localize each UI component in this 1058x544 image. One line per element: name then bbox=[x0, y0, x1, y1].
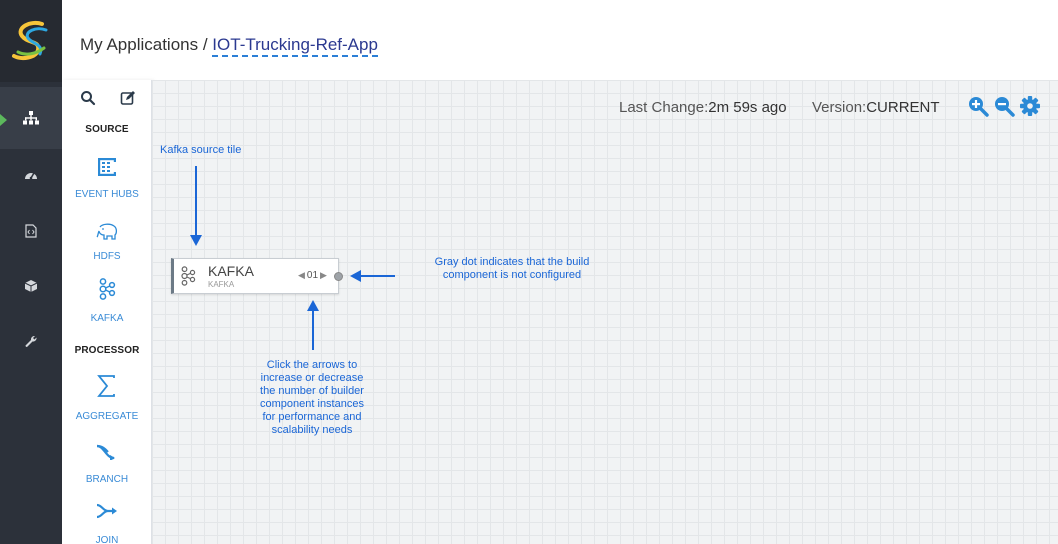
join-icon bbox=[96, 503, 117, 519]
package-icon bbox=[24, 280, 38, 292]
dashboard-icon bbox=[25, 172, 37, 180]
topology-icon bbox=[23, 111, 39, 125]
kafka-icon bbox=[99, 278, 116, 300]
palette-tile-hdfs[interactable]: HDFS bbox=[62, 220, 152, 278]
branch-icon-wrap bbox=[95, 440, 119, 464]
main-sidebar bbox=[0, 0, 62, 544]
streaming-analytics-logo-icon bbox=[12, 21, 48, 60]
sidebar-item-configuration[interactable] bbox=[0, 311, 62, 373]
palette-tile-label: HDFS bbox=[93, 251, 121, 262]
active-marker bbox=[0, 114, 7, 126]
edit-icon[interactable] bbox=[120, 90, 136, 106]
palette-tile-label: BRANCH bbox=[85, 474, 129, 485]
branch-icon bbox=[96, 444, 115, 460]
search-icon[interactable] bbox=[80, 90, 96, 106]
join-icon-wrap bbox=[95, 499, 119, 523]
component-palette: SOURCE EVENT HUBS HDFS KAFKA PROCESSOR A… bbox=[62, 80, 152, 544]
arrow-to-instance-counter bbox=[307, 300, 319, 350]
palette-tile-branch[interactable]: BRANCH bbox=[62, 440, 152, 498]
breadcrumb-root[interactable]: My Applications bbox=[80, 35, 198, 54]
palette-tile-aggregate[interactable]: AGGREGATE bbox=[62, 373, 152, 431]
app-name-editable[interactable]: IOT-Trucking-Ref-App bbox=[212, 35, 378, 57]
palette-tools bbox=[62, 90, 152, 108]
sigma-icon-wrap bbox=[95, 373, 119, 399]
palette-section-source: SOURCE bbox=[85, 124, 129, 135]
hdfs-icon-wrap bbox=[95, 220, 119, 244]
page-header: My Applications / IOT-Trucking-Ref-App bbox=[62, 0, 1058, 80]
code-file-icon bbox=[25, 224, 37, 238]
hdfs-elephant-icon bbox=[96, 223, 118, 240]
palette-section-processor: PROCESSOR bbox=[74, 345, 140, 356]
breadcrumb-separator: / bbox=[198, 35, 213, 54]
arrow-to-kafka-tile bbox=[190, 166, 202, 246]
kafka-icon-wrap bbox=[95, 277, 119, 301]
sidebar-item-packages[interactable] bbox=[0, 255, 62, 317]
palette-tile-kafka[interactable]: KAFKA bbox=[62, 277, 152, 335]
palette-tile-event-hubs[interactable]: EVENT HUBS bbox=[62, 155, 152, 213]
sidebar-item-dashboard[interactable] bbox=[0, 143, 62, 205]
topology-canvas[interactable]: Last Change:2m 59s ago Version:CURRENT K… bbox=[152, 80, 1058, 544]
arrow-to-gray-dot bbox=[350, 270, 395, 282]
sidebar-item-topology[interactable] bbox=[0, 87, 62, 149]
palette-tile-label: JOIN bbox=[95, 535, 119, 544]
palette-tile-label: KAFKA bbox=[90, 313, 124, 324]
event-hubs-icon-wrap bbox=[95, 155, 119, 179]
wrench-icon bbox=[25, 335, 37, 348]
palette-tile-join[interactable]: JOIN bbox=[62, 499, 152, 544]
app-logo[interactable] bbox=[0, 0, 62, 82]
annotation-arrows-layer bbox=[190, 166, 395, 350]
palette-tile-label: AGGREGATE bbox=[75, 411, 139, 422]
event-hubs-icon bbox=[98, 158, 116, 176]
app-root: My Applications / IOT-Trucking-Ref-App S… bbox=[0, 0, 1058, 544]
breadcrumb: My Applications / IOT-Trucking-Ref-App bbox=[80, 35, 378, 57]
palette-tile-label: EVENT HUBS bbox=[75, 189, 139, 200]
sigma-icon bbox=[97, 375, 115, 397]
sidebar-item-code[interactable] bbox=[0, 200, 62, 262]
